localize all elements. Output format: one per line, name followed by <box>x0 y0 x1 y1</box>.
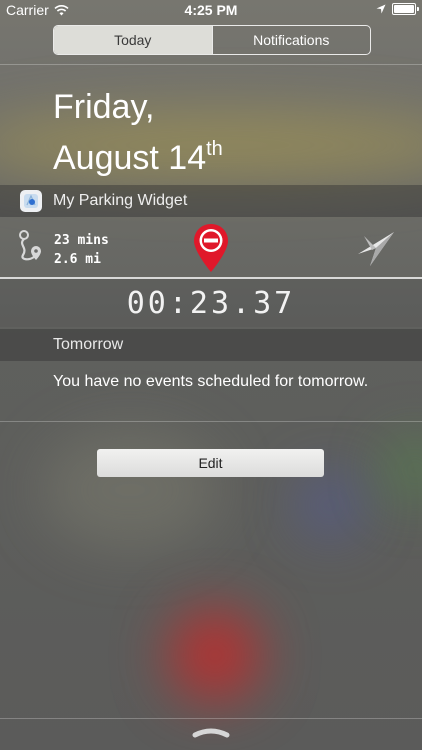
no-events-message: You have no events scheduled for tomorro… <box>53 373 369 390</box>
tomorrow-title: Tomorrow <box>53 336 124 353</box>
navigation-compass-icon[interactable] <box>356 228 396 268</box>
route-icon <box>19 230 41 261</box>
parking-timer: 00:23.37 <box>126 286 296 321</box>
location-arrow-icon <box>376 4 386 14</box>
tab-notifications[interactable]: Notifications <box>211 26 371 54</box>
header-divider <box>0 64 422 65</box>
battery-icon <box>392 3 419 15</box>
parking-app-icon <box>20 190 42 212</box>
widget-title: My Parking Widget <box>53 192 188 209</box>
grabber-handle-icon[interactable] <box>192 726 230 738</box>
edit-button[interactable]: Edit <box>97 449 324 477</box>
travel-info: 23 mins 2.6 mi <box>54 231 109 269</box>
date-month-day: August 14 <box>53 139 207 177</box>
tab-today[interactable]: Today <box>54 26 212 54</box>
today-notifications-segmented-control: Today Notifications <box>53 25 371 55</box>
status-bar: Carrier 4:25 PM <box>0 0 422 20</box>
date-weekday: Friday, <box>53 88 155 126</box>
date-heading: Friday, August 14th <box>53 86 223 179</box>
date-suffix: th <box>206 138 223 160</box>
travel-distance: 2.6 mi <box>54 252 101 267</box>
status-time: 4:25 PM <box>184 2 238 18</box>
tomorrow-header: Tomorrow <box>0 329 422 361</box>
parking-pin-icon[interactable] <box>193 223 229 273</box>
content-divider <box>0 421 422 422</box>
bottom-divider <box>0 718 422 719</box>
travel-time: 23 mins <box>54 233 109 248</box>
widget-header[interactable]: My Parking Widget <box>0 185 422 217</box>
